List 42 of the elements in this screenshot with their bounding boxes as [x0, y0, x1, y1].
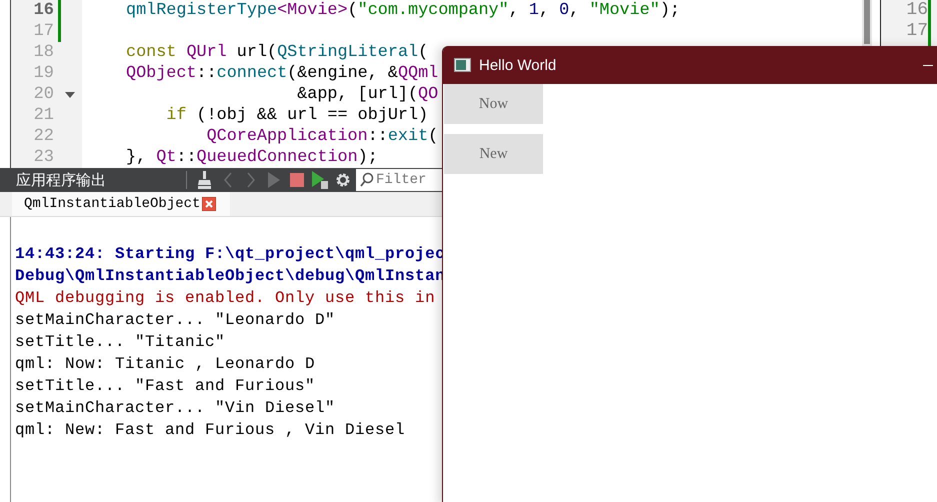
app-button[interactable]: Now: [444, 84, 543, 124]
settings-icon[interactable]: [334, 172, 350, 188]
line-number: 17: [905, 21, 928, 42]
output-line: setTitle... "Titanic": [15, 332, 226, 353]
fold-arrow-icon[interactable]: [65, 92, 75, 98]
scrollbar-thumb[interactable]: [864, 0, 870, 44]
line-number: 18: [32, 43, 54, 62]
line-number: 16: [905, 0, 928, 21]
code-line: const QUrl url(QStringLiteral(: [126, 43, 428, 62]
output-tab[interactable]: QmlInstantiableObject: [12, 192, 230, 216]
code-line: if (!obj && url == objUrl): [165, 106, 428, 125]
output-line: qml: Now: Titanic , Leonardo D: [15, 354, 316, 375]
output-line: qml: New: Fast and Furious , Vin Diesel: [15, 420, 406, 441]
output-line: setMainCharacter... "Vin Diesel": [15, 398, 336, 419]
code-line: qmlRegisterType<Movie>("com.mycompany", 1, 0, "Movie");: [126, 1, 680, 20]
run-debug-icon[interactable]: [312, 171, 328, 189]
code-line: }, Qt::QueuedConnection);: [126, 148, 378, 167]
code-line: QCoreApplication::exit(: [206, 127, 438, 146]
app-icon: [454, 58, 471, 72]
code-line: &app, [url](QO: [296, 85, 438, 104]
filter-field[interactable]: Filter: [356, 169, 444, 191]
line-number: 19: [32, 64, 54, 83]
line-number: 16: [32, 1, 54, 20]
line-number: 23: [32, 148, 54, 167]
output-line: 14:43:24: Starting F:\qt_project\qml_projec: [15, 244, 446, 265]
output-line: setMainCharacter... "Leonardo D": [15, 310, 336, 331]
output-line: setTitle... "Fast and Furious": [15, 376, 316, 397]
close-icon[interactable]: [202, 197, 216, 211]
output-line: Debug\QmlInstantiableObject\debug\QmlInstan: [15, 266, 446, 287]
line-number: 20: [32, 85, 54, 104]
broom-icon[interactable]: [196, 171, 212, 189]
app-button[interactable]: New: [444, 134, 543, 174]
line-number: 21: [32, 106, 54, 125]
change-marker: [928, 0, 931, 46]
line-number: 17: [32, 22, 54, 41]
pane-title: 应用程序输出: [15, 170, 107, 190]
code-line: QObject::connect(&engine, &QQml: [126, 64, 438, 83]
line-number: 22: [32, 127, 54, 146]
stop-icon[interactable]: [290, 173, 304, 187]
minimize-icon[interactable]: [923, 64, 933, 66]
window-title: Hello World: [479, 56, 558, 74]
output-line: QML debugging is enabled. Only use this in: [15, 288, 436, 309]
